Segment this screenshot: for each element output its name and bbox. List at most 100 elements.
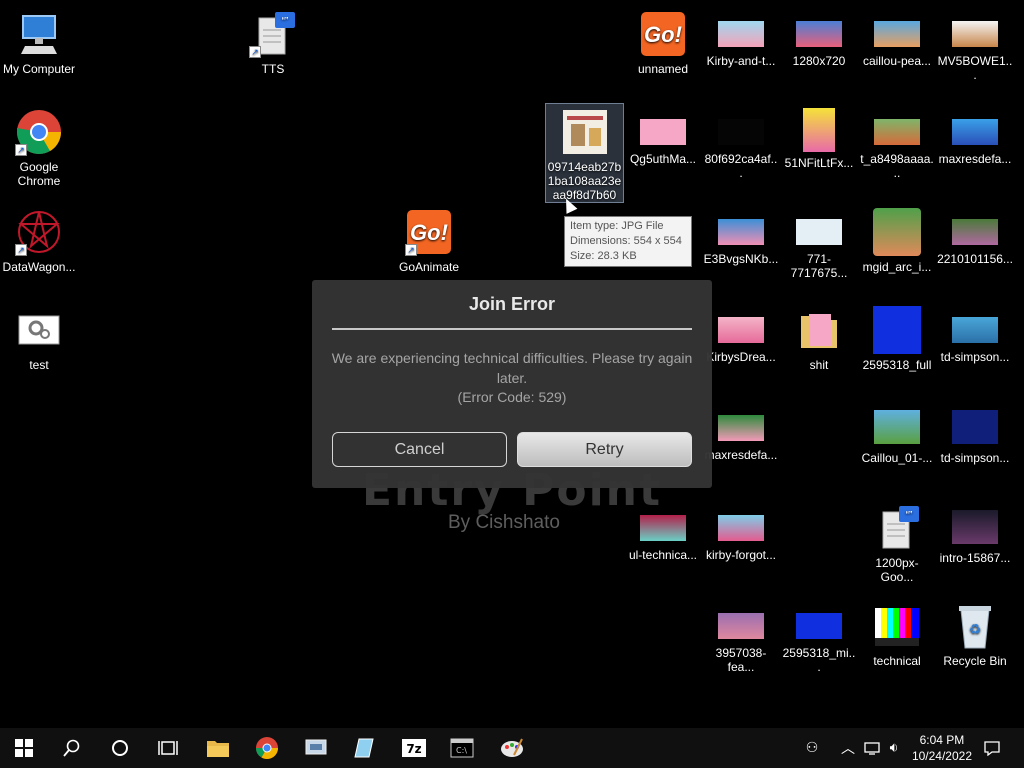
goanimate-icon: Go! — [639, 10, 687, 58]
desktop-icon-shit[interactable]: shit — [780, 302, 858, 372]
desktop-icon-caillou-pea[interactable]: caillou-pea... — [858, 6, 936, 68]
game-byline-background: By Cishshato — [448, 512, 560, 533]
desktop-icon-3957038-fea[interactable]: 3957038-fea... — [702, 598, 780, 674]
desktop-icon-label: intro-15867... — [939, 551, 1011, 565]
chrome-taskbar-button[interactable] — [243, 728, 291, 768]
image-thumbnail-icon — [874, 410, 920, 444]
desktop-icon-qg5uthma[interactable]: Qg5uthMa... — [624, 104, 702, 166]
desktop-icon-ul-technica[interactable]: ul-technica... — [624, 500, 702, 562]
desktop-icon-caillou-01[interactable]: Caillou_01-... — [858, 400, 936, 465]
search-button[interactable] — [48, 728, 96, 768]
terminal-taskbar-button[interactable]: C:\ — [438, 728, 486, 768]
desktop-icon-td-simpson-2[interactable]: td-simpson... — [936, 400, 1014, 465]
desktop-icon-label: 51NFitLtFx... — [784, 156, 854, 170]
volume-icon[interactable]: 🔉︎ — [882, 728, 906, 768]
desktop-icon-mgid-arc-i[interactable]: mgid_arc_i... — [858, 204, 936, 274]
dialog-divider — [332, 328, 692, 330]
desktop-icon-label: 1280x720 — [792, 54, 846, 68]
image-thumbnail-icon — [952, 510, 998, 544]
shortcut-arrow-icon: ↗ — [15, 244, 27, 256]
document-quote-icon: “” — [873, 504, 921, 552]
desktop-icon-e3bvgsnkb[interactable]: E3BvgsNKb... — [702, 204, 780, 266]
file-explorer-button[interactable] — [194, 728, 242, 768]
notifications-icon[interactable] — [980, 728, 1004, 768]
desktop-icon-80f692ca4af[interactable]: 80f692ca4af... — [702, 104, 780, 180]
desktop-icon-recycle-bin[interactable]: ♻ Recycle Bin — [936, 598, 1014, 668]
desktop: Entry Point By Cishshato My Computer ↗ G… — [0, 0, 1024, 728]
desktop-icon-label: KirbysDrea... — [706, 350, 776, 364]
image-thumbnail-icon — [873, 208, 921, 256]
cortana-button[interactable] — [96, 728, 144, 768]
svg-text:“”: “” — [906, 510, 913, 521]
network-icon[interactable] — [860, 728, 884, 768]
desktop-icon-maxresdefa-2[interactable]: maxresdefa... — [702, 400, 780, 462]
chrome-icon: ↗ — [15, 108, 63, 156]
desktop-icon-tts[interactable]: “” ↗ TTS — [234, 6, 312, 76]
desktop-icon-t-a8498aaaa[interactable]: t_a8498aaaa... — [858, 104, 936, 180]
shortcut-arrow-icon: ↗ — [249, 46, 261, 58]
image-thumbnail-icon — [718, 219, 764, 245]
desktop-icon-label: GoAnimate — [398, 260, 460, 274]
people-icon[interactable]: ⚇ — [800, 728, 824, 768]
image-thumbnail-icon — [718, 515, 764, 541]
desktop-icon-2595318-full[interactable]: 2595318_full — [858, 302, 936, 372]
start-button[interactable] — [0, 728, 48, 768]
desktop-icon-label: 2210101156... — [937, 252, 1013, 266]
image-thumbnail-icon — [803, 108, 835, 152]
desktop-icon-2210101156[interactable]: 2210101156... — [936, 204, 1014, 266]
desktop-icon-kirby-and-t[interactable]: Kirby-and-t... — [702, 6, 780, 68]
7zip-icon: 7z — [402, 739, 426, 757]
desktop-icon-google-chrome[interactable]: ↗ Google Chrome — [0, 104, 78, 188]
desktop-icon-kirbysdrea[interactable]: KirbysDrea... — [702, 302, 780, 364]
desktop-icon-1280x720[interactable]: 1280x720 — [780, 6, 858, 68]
desktop-icon-maxresdefa-1[interactable]: maxresdefa... — [936, 104, 1014, 166]
cancel-button[interactable]: Cancel — [332, 432, 507, 467]
desktop-icon-label: Qg5uthMa... — [629, 152, 697, 166]
task-view-button[interactable] — [144, 728, 192, 768]
desktop-icon-label: caillou-pea... — [862, 54, 932, 68]
desktop-icon-unnamed[interactable]: Go! unnamed — [624, 6, 702, 76]
desktop-icon-technical[interactable]: technical — [858, 598, 936, 668]
goanimate-icon: Go! ↗ — [405, 208, 453, 256]
retry-button[interactable]: Retry — [517, 432, 692, 467]
desktop-icon-771-7717675[interactable]: 771-7717675... — [780, 204, 858, 280]
image-thumbnail-icon — [640, 515, 686, 541]
desktop-icon-label: Caillou_01-... — [861, 451, 933, 465]
svg-text:7z: 7z — [406, 742, 421, 756]
taskbar: 7z C:\ ⚇ ︿ 🔉︎ 6:04 PM 10/24/2022 — [0, 728, 1024, 768]
chevron-up-icon[interactable]: ︿ — [836, 728, 860, 768]
desktop-icon-1200px-goo[interactable]: “” 1200px-Goo... — [858, 500, 936, 584]
desktop-icon-datawagon[interactable]: ↗ DataWagon... — [0, 204, 78, 274]
desktop-icon-kirby-forgot[interactable]: kirby-forgot... — [702, 500, 780, 562]
app-icon — [305, 739, 327, 755]
desktop-icon-label: t_a8498aaaa... — [860, 152, 934, 180]
notepad-taskbar-button[interactable] — [340, 728, 388, 768]
desktop-icon-selected-jpg[interactable]: 09714eab27b1ba108aa23eaa9f8d7b60 — [545, 103, 624, 203]
app-taskbar-button[interactable] — [292, 728, 340, 768]
desktop-icon-label: MV5BOWE1... — [937, 54, 1013, 82]
image-thumbnail-icon — [561, 108, 609, 156]
desktop-icon-label: unnamed — [637, 62, 689, 76]
image-thumbnail-icon — [874, 21, 920, 47]
desktop-icon-2595318-mi[interactable]: 2595318_mi... — [780, 598, 858, 674]
image-thumbnail-icon — [952, 317, 998, 343]
desktop-icon-goanimate[interactable]: Go! ↗ GoAnimate — [390, 204, 468, 274]
clock-date: 10/24/2022 — [911, 749, 972, 763]
image-thumbnail-icon — [718, 415, 764, 441]
image-thumbnail-icon — [718, 317, 764, 343]
svg-text:Go!: Go! — [644, 22, 682, 47]
desktop-icon-intro-15867[interactable]: intro-15867... — [936, 500, 1014, 565]
paint-icon — [501, 738, 523, 757]
desktop-icon-51nfitltfx[interactable]: 51NFitLtFx... — [780, 104, 858, 170]
settings-file-icon — [15, 306, 63, 354]
desktop-icon-my-computer[interactable]: My Computer — [0, 6, 78, 76]
svg-text:Go!: Go! — [410, 220, 448, 245]
desktop-icon-td-simpson-1[interactable]: td-simpson... — [936, 302, 1014, 364]
clock[interactable]: 6:04 PM 10/24/2022 — [912, 732, 972, 764]
image-thumbnail-icon — [718, 21, 764, 47]
recycle-bin-icon: ♻ — [951, 602, 999, 650]
desktop-icon-mv5bowe1[interactable]: MV5BOWE1... — [936, 6, 1014, 82]
paint-taskbar-button[interactable] — [488, 728, 536, 768]
desktop-icon-test[interactable]: test — [0, 302, 78, 372]
7zip-taskbar-button[interactable]: 7z — [390, 728, 438, 768]
